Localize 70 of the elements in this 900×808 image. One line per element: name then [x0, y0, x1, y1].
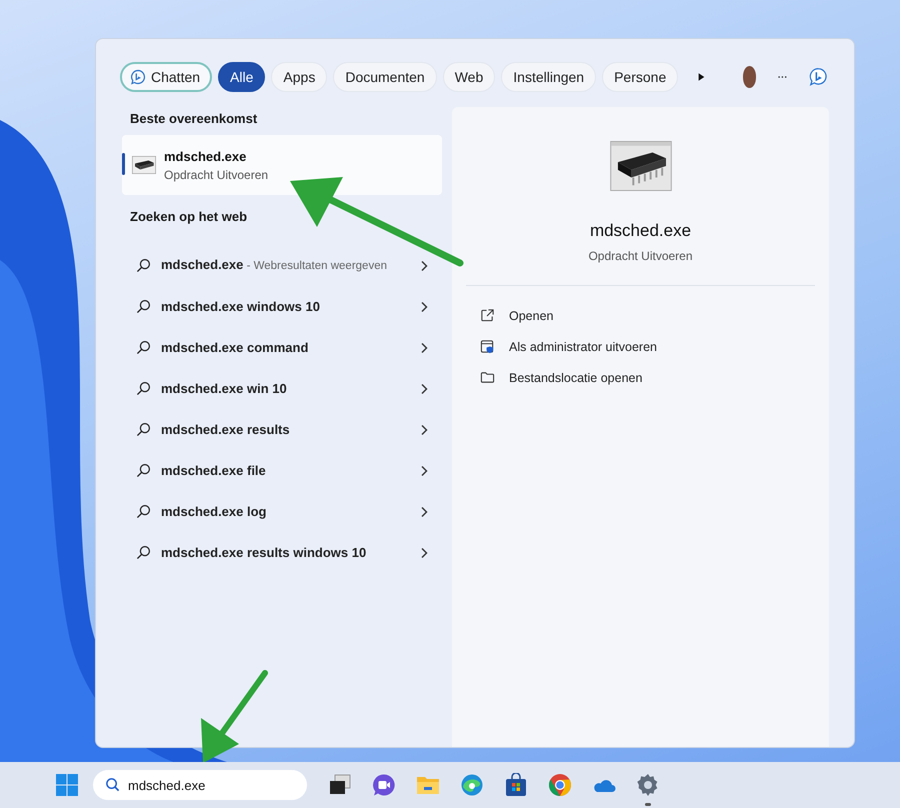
action-label: Openen [509, 308, 554, 322]
chevron-right-icon [420, 546, 428, 558]
filter-tab[interactable]: Instellingen [501, 62, 596, 92]
result-title: mdsched.exe [164, 148, 248, 164]
web-result-item[interactable]: mdsched.exe win 10 [122, 368, 442, 409]
result-subtitle: Opdracht Uitvoeren [164, 168, 268, 182]
web-result-text: mdsched.exe - Webresultaten weergeven [161, 256, 388, 274]
action-label: Als administrator uitvoeren [509, 340, 657, 354]
chevron-right-icon [420, 300, 428, 312]
filter-tab[interactable]: Documenten [333, 62, 437, 92]
filter-tab[interactable]: Persone [602, 62, 678, 92]
web-result-item[interactable]: mdsched.exe log [122, 491, 442, 532]
bing-chat-icon [130, 69, 146, 85]
filter-tab[interactable]: Alle [218, 62, 266, 92]
section-heading: Beste overeenkomst [129, 111, 258, 128]
web-result-item[interactable]: mdsched.exe results windows 10 [122, 532, 442, 573]
search-icon [136, 422, 151, 437]
app-subtitle: Opdracht Uitvoeren [588, 249, 693, 263]
video-chat-icon[interactable] [372, 773, 396, 797]
search-icon [136, 299, 151, 314]
store-bag-icon[interactable] [504, 773, 528, 797]
search-icon [105, 777, 120, 792]
memory-chip-icon [610, 141, 672, 191]
action-item[interactable]: Openen [466, 300, 554, 331]
search-icon [136, 504, 151, 519]
search-icon [136, 340, 151, 355]
section-heading: Zoeken op het web [129, 209, 248, 226]
filter-tab[interactable]: Apps [271, 62, 328, 92]
shield-window-icon [480, 339, 495, 354]
avatar[interactable] [742, 66, 756, 88]
chrome-browser-icon[interactable] [548, 773, 572, 797]
web-result-text: mdsched.exe log [161, 502, 268, 521]
chevron-right-icon [420, 464, 428, 476]
web-result-text: mdsched.exe file [161, 462, 267, 480]
search-icon [136, 381, 151, 396]
chat-tab[interactable]: Chatten [120, 62, 212, 92]
web-result-text: mdsched.exe results [161, 420, 291, 438]
chevron-right-icon [420, 260, 428, 272]
taskbar-search-field[interactable]: mdsched.exe [93, 770, 307, 800]
web-result-item[interactable]: mdsched.exe file [122, 450, 442, 491]
web-result-text: mdsched.exe command [161, 338, 310, 356]
windows-start-icon[interactable] [55, 773, 79, 797]
best-match-item[interactable]: mdsched.exe Opdracht Uitvoeren [122, 135, 442, 195]
chevron-right-icon [420, 424, 428, 436]
web-result-text: mdsched.exe win 10 [161, 380, 288, 398]
action-item[interactable]: Bestandslocatie openen [466, 362, 642, 393]
more-options-icon[interactable] [778, 75, 788, 79]
search-icon [136, 463, 151, 478]
web-result-item[interactable]: mdsched.exe results [122, 409, 442, 450]
play-arrow-icon[interactable] [698, 71, 705, 83]
app-title: mdsched.exe [590, 221, 692, 241]
action-label: Bestandslocatie openen [509, 370, 642, 384]
task-view-icon[interactable] [328, 773, 352, 797]
search-icon [136, 258, 151, 273]
search-icon [136, 545, 151, 560]
chevron-right-icon [420, 382, 428, 394]
web-result-text: mdsched.exe results windows 10 [161, 544, 368, 562]
settings-icon[interactable] [636, 773, 660, 797]
chevron-right-icon [420, 506, 428, 518]
open-external-icon [480, 308, 495, 323]
action-item[interactable]: Als administrator uitvoeren [466, 331, 657, 362]
memory-chip-icon [132, 156, 156, 174]
web-result-item[interactable]: mdsched.exe windows 10 [122, 286, 442, 327]
web-result-text: mdsched.exe windows 10 [161, 298, 321, 316]
filter-tab[interactable]: Web [442, 62, 496, 92]
chevron-right-icon [420, 342, 428, 354]
browser-swirl-icon[interactable] [460, 773, 484, 797]
folder-icon [480, 370, 495, 385]
web-result-item[interactable]: mdsched.exe - Webresultaten weergeven [122, 245, 442, 286]
web-result-item[interactable]: mdsched.exe command [122, 327, 442, 368]
